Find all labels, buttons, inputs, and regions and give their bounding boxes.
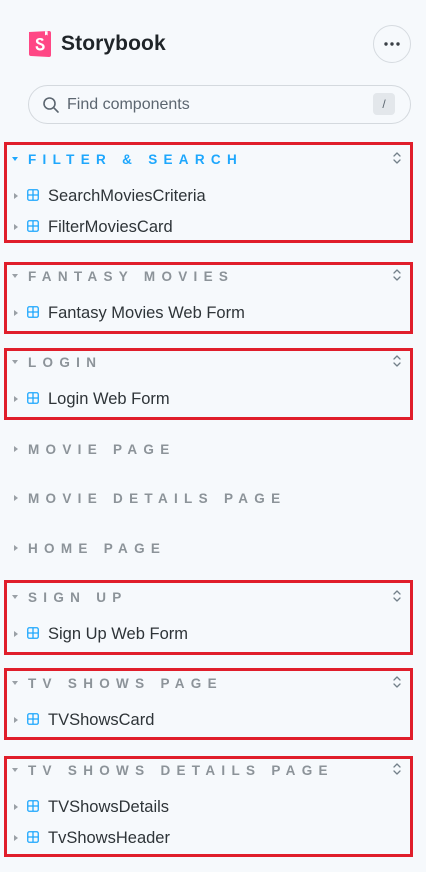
- component-icon: [27, 189, 39, 201]
- expand-collapse-icon[interactable]: [392, 151, 402, 165]
- component-item-sign-up-web-form[interactable]: Sign Up Web Form: [0, 620, 426, 648]
- component-item-tvshowsdetails[interactable]: TVShowsDetails: [0, 793, 426, 821]
- component-label: Login Web Form: [48, 390, 170, 408]
- component-icon: [27, 800, 39, 812]
- component-icon: [27, 306, 39, 318]
- group-login[interactable]: LOGIN: [0, 354, 426, 374]
- component-item-searchmoviescriteria[interactable]: SearchMoviesCriteria: [0, 182, 426, 210]
- group-tv-shows-details-page[interactable]: TV SHOWS DETAILS PAGE: [0, 762, 426, 782]
- search-box: [28, 85, 411, 124]
- component-icon: [27, 831, 39, 843]
- expand-collapse-icon[interactable]: [392, 762, 402, 776]
- caret-right-icon: [14, 495, 18, 501]
- storybook-logo-icon[interactable]: [28, 30, 52, 58]
- sidebar-header: Storybook: [0, 0, 426, 80]
- component-label: FilterMoviesCard: [48, 218, 173, 236]
- expand-collapse-icon[interactable]: [392, 268, 402, 282]
- group-movie-page[interactable]: MOVIE PAGE: [0, 441, 426, 461]
- group-fantasy-movies[interactable]: FANTASY MOVIES: [0, 268, 426, 288]
- expand-collapse-icon[interactable]: [392, 589, 402, 603]
- component-icon: [27, 713, 39, 725]
- group-label: MOVIE PAGE: [28, 442, 176, 457]
- component-label: TVShowsCard: [48, 711, 155, 729]
- component-label: SearchMoviesCriteria: [48, 187, 206, 205]
- group-label: SIGN UP: [28, 590, 128, 605]
- caret-down-icon: [12, 681, 18, 685]
- ellipsis-icon: [384, 42, 400, 46]
- caret-right-icon: [14, 631, 18, 637]
- caret-right-icon: [14, 835, 18, 841]
- expand-collapse-icon[interactable]: [392, 354, 402, 368]
- component-label: Fantasy Movies Web Form: [48, 304, 245, 322]
- component-item-fantasy-movies-web-form[interactable]: Fantasy Movies Web Form: [0, 299, 426, 327]
- group-tv-shows-page[interactable]: TV SHOWS PAGE: [0, 675, 426, 695]
- caret-down-icon: [12, 595, 18, 599]
- caret-down-icon: [12, 768, 18, 772]
- component-label: Sign Up Web Form: [48, 625, 188, 643]
- caret-right-icon: [14, 224, 18, 230]
- search-icon: [43, 97, 59, 113]
- component-icon: [27, 627, 39, 639]
- search-input[interactable]: [67, 86, 367, 123]
- caret-down-icon: [12, 274, 18, 278]
- group-label: TV SHOWS DETAILS PAGE: [28, 763, 334, 778]
- caret-right-icon: [14, 446, 18, 452]
- group-filter-and-search[interactable]: FILTER & SEARCH: [0, 151, 426, 171]
- group-sign-up[interactable]: SIGN UP: [0, 589, 426, 609]
- component-item-filtermoviescard[interactable]: FilterMoviesCard: [0, 213, 426, 241]
- brand-title[interactable]: Storybook: [61, 30, 166, 58]
- component-icon: [27, 392, 39, 404]
- caret-right-icon: [14, 193, 18, 199]
- component-item-tvshowsheader[interactable]: TvShowsHeader: [0, 824, 426, 852]
- caret-right-icon: [14, 717, 18, 723]
- group-label: MOVIE DETAILS PAGE: [28, 491, 287, 506]
- expand-collapse-icon[interactable]: [392, 675, 402, 689]
- group-movie-details-page[interactable]: MOVIE DETAILS PAGE: [0, 490, 426, 510]
- component-item-login-web-form[interactable]: Login Web Form: [0, 385, 426, 413]
- group-home-page[interactable]: HOME PAGE: [0, 540, 426, 560]
- component-icon: [27, 220, 39, 232]
- caret-right-icon: [14, 804, 18, 810]
- component-label: TVShowsDetails: [48, 798, 170, 816]
- caret-down-icon: [12, 360, 18, 364]
- search-shortcut-hint: /: [373, 93, 395, 115]
- caret-right-icon: [14, 310, 18, 316]
- group-label: TV SHOWS PAGE: [28, 676, 223, 691]
- menu-button[interactable]: [373, 25, 411, 63]
- group-label: LOGIN: [28, 355, 103, 370]
- component-item-tvshowscard[interactable]: TVShowsCard: [0, 706, 426, 734]
- component-label: TvShowsHeader: [48, 829, 170, 847]
- group-label: HOME PAGE: [28, 541, 167, 556]
- group-label: FILTER & SEARCH: [28, 152, 243, 167]
- group-label: FANTASY MOVIES: [28, 269, 235, 284]
- caret-right-icon: [14, 396, 18, 402]
- caret-down-icon: [12, 157, 18, 161]
- caret-right-icon: [14, 545, 18, 551]
